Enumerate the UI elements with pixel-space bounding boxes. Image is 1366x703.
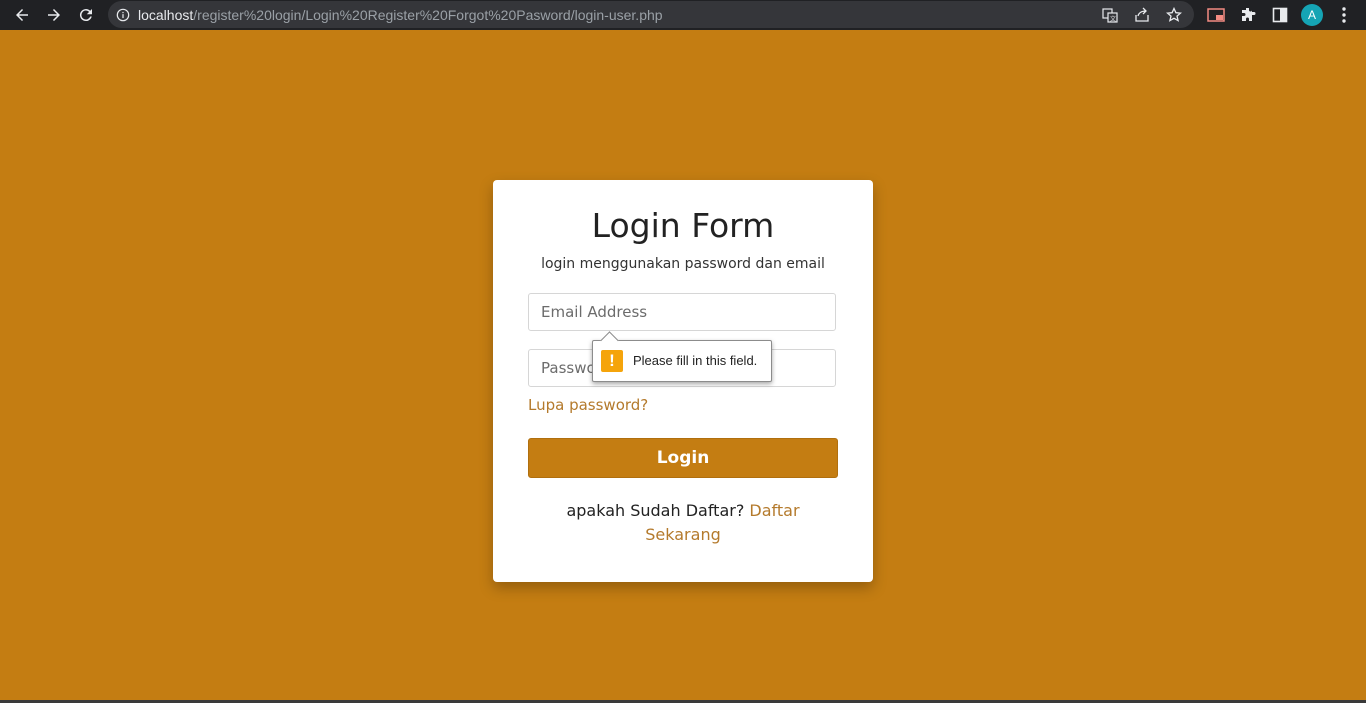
avatar: A: [1301, 4, 1323, 26]
page-title: Login Form: [591, 206, 775, 245]
svg-text:文: 文: [1110, 15, 1116, 23]
validation-message: Please fill in this field.: [633, 353, 758, 368]
validation-tooltip: ! Please fill in this field.: [592, 331, 772, 382]
back-icon[interactable]: [6, 0, 38, 30]
side-panel-icon[interactable]: [1264, 0, 1296, 30]
email-field[interactable]: [528, 293, 836, 331]
cast-icon[interactable]: [1200, 0, 1232, 30]
menu-icon[interactable]: [1328, 0, 1360, 30]
info-icon[interactable]: [108, 8, 138, 22]
translate-icon[interactable]: 文: [1094, 1, 1126, 28]
warning-icon: !: [601, 350, 623, 372]
form-subtitle: login menggunakan password dan email: [541, 256, 825, 272]
forward-icon[interactable]: [38, 0, 70, 30]
reload-icon[interactable]: [70, 0, 102, 30]
register-prompt: apakah Sudah Daftar? Daftar Sekarang: [553, 499, 813, 547]
login-button[interactable]: Login: [528, 438, 838, 478]
profile-avatar-button[interactable]: A: [1296, 0, 1328, 30]
forgot-password-link[interactable]: Lupa password?: [528, 396, 648, 414]
url-path: /register%20login/Login%20Register%20For…: [193, 6, 663, 23]
address-bar[interactable]: localhost/register%20login/Login%20Regis…: [108, 1, 1194, 28]
url-host: localhost: [138, 6, 194, 23]
url-text[interactable]: localhost/register%20login/Login%20Regis…: [138, 7, 663, 23]
register-prompt-text: apakah Sudah Daftar?: [566, 501, 745, 520]
browser-toolbar: localhost/register%20login/Login%20Regis…: [0, 0, 1366, 30]
extensions-icon[interactable]: [1232, 0, 1264, 30]
share-icon[interactable]: [1126, 1, 1158, 28]
star-icon[interactable]: [1158, 1, 1190, 28]
